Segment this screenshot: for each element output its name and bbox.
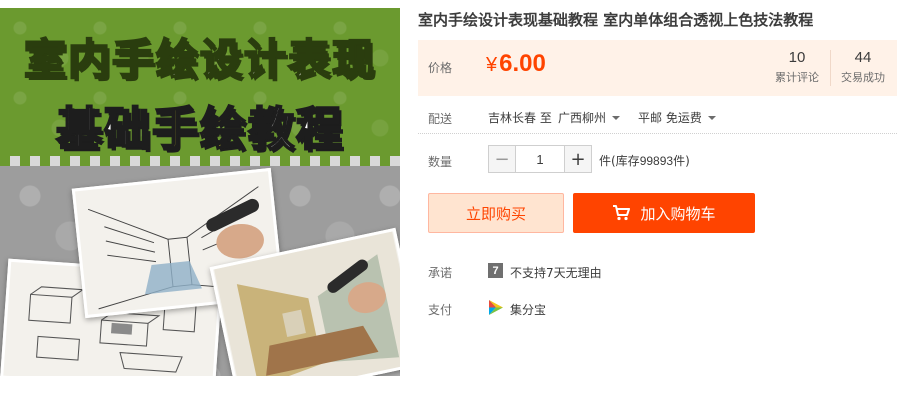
shopping-cart-icon: [612, 205, 631, 221]
shipping-method-select[interactable]: 平邮 免运费: [638, 109, 716, 126]
price-value: ¥6.00: [486, 50, 546, 78]
banner-line2-accent: 手绘: [151, 101, 248, 157]
quantity-stepper: − +: [488, 145, 592, 173]
stock-info: 件(库存99893件): [599, 152, 690, 169]
banner-title-line1: 室内手绘设计表现: [23, 34, 376, 85]
add-to-cart-button[interactable]: 加入购物车: [573, 193, 755, 233]
shipping-destination-label: 广西柳州: [558, 111, 607, 125]
reviews-label: 累计评论: [775, 71, 819, 84]
banner-edge: [0, 156, 400, 166]
banner-title-line2: 基础手绘教程: [0, 93, 400, 159]
chevron-down-icon: [612, 115, 621, 120]
payment-method[interactable]: 集分宝: [510, 301, 546, 318]
shipping-method-label: 平邮 免运费: [638, 111, 702, 125]
sales-count: 44: [854, 49, 872, 66]
banner-line2-left: 基础: [55, 101, 152, 157]
price-panel: 价格 ¥6.00 10 累计评论 44 交易成功: [418, 40, 897, 96]
chevron-down-icon: [707, 115, 716, 120]
quantity-input[interactable]: [516, 146, 564, 172]
promise-label: 承诺: [428, 266, 453, 280]
jifenbao-icon: [488, 299, 504, 316]
buy-now-label: 立即购买: [465, 204, 526, 223]
promise-text: 不支持7天无理由: [510, 266, 602, 280]
payment-label: 支付: [428, 303, 453, 317]
buy-now-button[interactable]: 立即购买: [428, 193, 564, 233]
sales-stat[interactable]: 44 交易成功: [830, 49, 896, 85]
price-amount: 6.00: [499, 50, 546, 77]
image-banner: 室内手绘设计表现 基础手绘教程: [0, 8, 400, 158]
quantity-decrease-button[interactable]: −: [489, 146, 516, 172]
reviews-count: 10: [788, 49, 806, 66]
sketch-photos: [0, 166, 400, 376]
banner-line2-right: 教程: [247, 101, 344, 157]
currency-symbol: ¥: [486, 54, 498, 76]
reviews-stat[interactable]: 10 累计评论: [764, 49, 830, 85]
divider: [418, 133, 897, 134]
add-to-cart-label: 加入购物车: [640, 204, 716, 223]
quantity-increase-button[interactable]: +: [564, 146, 591, 172]
product-title[interactable]: 室内手绘设计表现基础教程 室内单体组合透视上色技法教程: [418, 9, 888, 30]
stock-prefix: 件(库存: [599, 154, 640, 168]
product-image[interactable]: 室内手绘设计表现 基础手绘教程: [0, 8, 400, 376]
stock-count: 99893: [639, 154, 674, 168]
seven-day-return-icon: 7: [488, 263, 503, 278]
shipping-label: 配送: [428, 112, 453, 126]
price-label: 价格: [428, 61, 453, 75]
shipping-destination-select[interactable]: 广西柳州: [558, 109, 621, 126]
quantity-label: 数量: [428, 155, 453, 169]
stock-suffix: 件): [673, 154, 690, 168]
shipping-from: 吉林长春 至: [488, 111, 552, 125]
sales-label: 交易成功: [841, 71, 885, 84]
